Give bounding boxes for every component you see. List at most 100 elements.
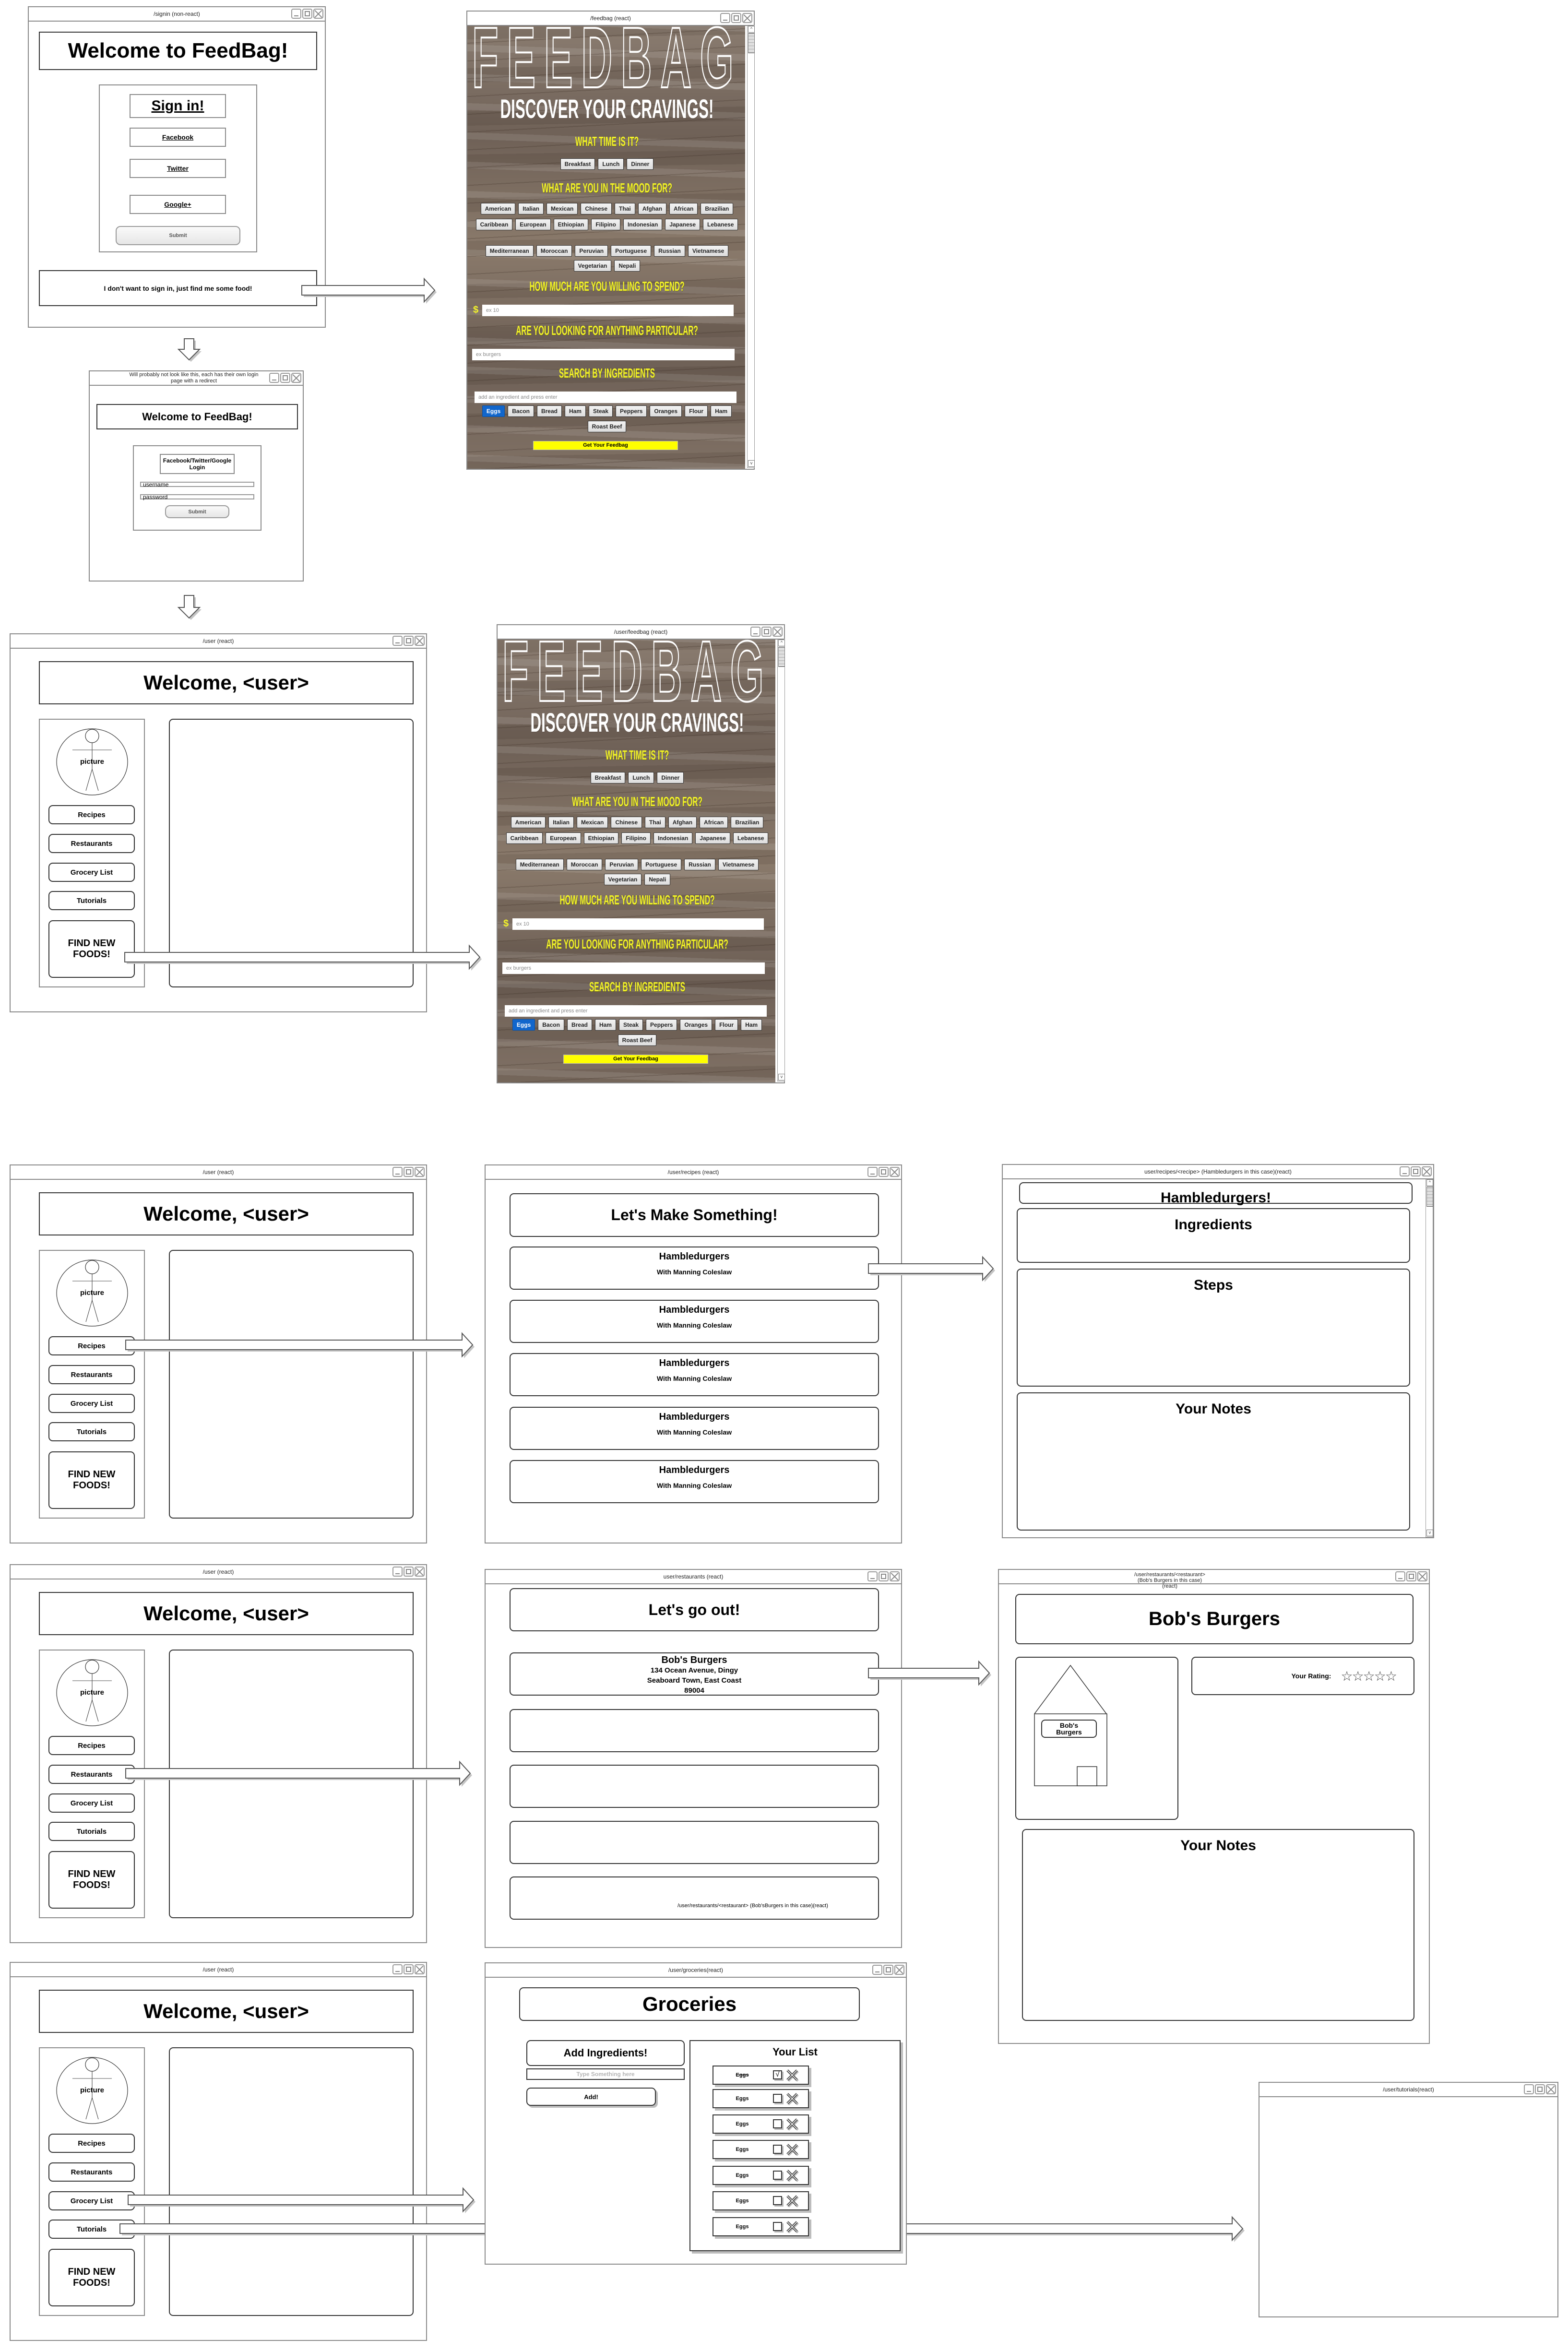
maximize-icon[interactable] bbox=[731, 13, 741, 23]
close-icon[interactable] bbox=[415, 1567, 425, 1577]
nav-restaurants-button[interactable]: Restaurants bbox=[48, 834, 135, 853]
add-button[interactable]: Add! bbox=[526, 2088, 656, 2106]
maximize-icon[interactable] bbox=[879, 1167, 889, 1177]
x-icon[interactable] bbox=[786, 2144, 799, 2156]
cuisine-button[interactable]: Brazilian bbox=[701, 203, 734, 214]
recipe-card[interactable]: Hambledurgers With Manning Coleslaw bbox=[510, 1300, 879, 1343]
time-option-button[interactable]: Lunch bbox=[598, 158, 624, 170]
provider-button-twitter[interactable]: Twitter bbox=[130, 159, 226, 178]
nav-recipes-button[interactable]: Recipes bbox=[48, 1736, 135, 1755]
scroll-up-icon[interactable]: ^ bbox=[1426, 1179, 1433, 1186]
cuisine-button[interactable]: Caribbean bbox=[506, 832, 543, 844]
ingredient-chip[interactable]: Peppers bbox=[616, 405, 647, 417]
nav-tutorials-button[interactable]: Tutorials bbox=[48, 1422, 135, 1441]
restaurant-card-empty[interactable] bbox=[510, 1765, 879, 1808]
close-icon[interactable] bbox=[415, 1964, 425, 1974]
maximize-icon[interactable] bbox=[404, 636, 414, 646]
find-new-foods-button[interactable]: FIND NEW FOODS! bbox=[48, 920, 135, 978]
guest-button[interactable]: I don't want to sign in, just find me so… bbox=[39, 270, 317, 306]
ingredient-chip[interactable]: Bread bbox=[536, 405, 562, 417]
cuisine-button[interactable]: Vietnamese bbox=[718, 859, 759, 870]
time-option-button[interactable]: Lunch bbox=[628, 772, 654, 784]
cuisine-button[interactable]: Vegetarian bbox=[573, 260, 612, 272]
nav-restaurants-button[interactable]: Restaurants bbox=[48, 2162, 135, 2182]
scroll-thumb[interactable] bbox=[748, 33, 755, 53]
cuisine-button[interactable]: Nepali bbox=[644, 874, 671, 885]
restaurant-card-empty[interactable] bbox=[510, 1821, 879, 1864]
maximize-icon[interactable] bbox=[404, 1167, 414, 1177]
cuisine-button[interactable]: Lebanese bbox=[703, 219, 738, 230]
checkbox-icon[interactable] bbox=[773, 2094, 782, 2103]
particular-food-input[interactable]: ex burgers bbox=[472, 349, 735, 360]
cuisine-button[interactable]: Chinese bbox=[611, 817, 642, 828]
recipe-card[interactable]: Hambledurgers With Manning Coleslaw bbox=[510, 1460, 879, 1503]
budget-input[interactable]: ex 10 bbox=[482, 305, 734, 316]
cuisine-button[interactable]: Indonesian bbox=[623, 219, 663, 230]
delete-icon[interactable] bbox=[786, 2170, 799, 2182]
cuisine-button[interactable]: Russian bbox=[684, 859, 715, 870]
maximize-icon[interactable] bbox=[280, 373, 290, 383]
time-option-button[interactable]: Dinner bbox=[657, 772, 684, 784]
delete-icon[interactable] bbox=[786, 2093, 799, 2105]
checkbox-checked-icon[interactable]: √ bbox=[773, 2070, 782, 2079]
maximize-icon[interactable] bbox=[302, 9, 312, 19]
close-icon[interactable] bbox=[1417, 1571, 1427, 1581]
ingredient-input[interactable]: Type Something here bbox=[526, 2068, 685, 2080]
delete-icon[interactable] bbox=[786, 2144, 799, 2156]
cuisine-button[interactable]: Vegetarian bbox=[604, 874, 642, 885]
ingredient-chip[interactable]: Ham bbox=[594, 1019, 616, 1031]
close-icon[interactable] bbox=[890, 1571, 900, 1581]
ingredient-chip[interactable]: Ham bbox=[711, 405, 732, 417]
nav-tutorials-button[interactable]: Tutorials bbox=[48, 1822, 135, 1841]
maximize-icon[interactable] bbox=[404, 1567, 414, 1577]
maximize-icon[interactable] bbox=[404, 1964, 414, 1974]
ingredient-chip[interactable]: Steak bbox=[618, 1019, 643, 1031]
cuisine-button[interactable]: Mexican bbox=[576, 817, 608, 828]
cuisine-button[interactable]: American bbox=[480, 203, 516, 214]
maximize-icon[interactable] bbox=[879, 1571, 889, 1581]
password-field[interactable]: password bbox=[140, 494, 254, 500]
ingredient-chip[interactable]: Peppers bbox=[646, 1019, 677, 1031]
cuisine-button[interactable]: Brazilian bbox=[731, 817, 764, 828]
cuisine-button[interactable]: Moroccan bbox=[566, 859, 603, 870]
ingredient-chip[interactable]: Bacon bbox=[508, 405, 534, 417]
close-icon[interactable] bbox=[742, 13, 752, 23]
cuisine-button[interactable]: Caribbean bbox=[475, 219, 513, 230]
x-icon[interactable] bbox=[786, 2221, 799, 2233]
ingredient-chip[interactable]: Eggs bbox=[512, 1019, 535, 1031]
delete-icon[interactable] bbox=[786, 2118, 799, 2131]
maximize-icon[interactable] bbox=[1535, 2084, 1545, 2094]
minimize-icon[interactable] bbox=[291, 9, 301, 19]
x-icon[interactable] bbox=[786, 2170, 799, 2182]
scrollbar[interactable]: ^ v bbox=[1425, 1178, 1433, 1537]
star-icon[interactable]: ☆ bbox=[1363, 1669, 1375, 1684]
star-icon[interactable]: ☆ bbox=[1385, 1669, 1397, 1684]
cuisine-button[interactable]: Lebanese bbox=[733, 832, 769, 844]
close-icon[interactable] bbox=[291, 373, 301, 383]
cuisine-button[interactable]: Filipino bbox=[621, 832, 651, 844]
nav-tutorials-button[interactable]: Tutorials bbox=[48, 891, 135, 910]
cuisine-button[interactable]: Portuguese bbox=[641, 859, 682, 870]
cuisine-button[interactable]: Peruvian bbox=[605, 859, 639, 870]
ingredient-chip[interactable]: Roast Beef bbox=[618, 1034, 657, 1046]
submit-button[interactable]: Submit bbox=[165, 505, 229, 518]
scroll-down-icon[interactable]: v bbox=[748, 460, 755, 467]
nav-grocery-list-button[interactable]: Grocery List bbox=[48, 1793, 135, 1813]
restaurant-card-empty[interactable]: /user/restaurants/<restaurant> (Bob'sBur… bbox=[510, 1876, 879, 1920]
scrollbar[interactable]: ^ v bbox=[777, 639, 785, 1081]
nav-grocery-list-button[interactable]: Grocery List bbox=[48, 863, 135, 882]
minimize-icon[interactable] bbox=[1400, 1166, 1410, 1176]
provider-button-facebook[interactable]: Facebook bbox=[130, 128, 226, 147]
minimize-icon[interactable] bbox=[867, 1167, 878, 1177]
ingredient-chip[interactable]: Ham bbox=[564, 405, 586, 417]
maximize-icon[interactable] bbox=[1411, 1166, 1421, 1176]
cuisine-button[interactable]: Nepali bbox=[614, 260, 641, 272]
time-option-button[interactable]: Dinner bbox=[627, 158, 654, 170]
close-icon[interactable] bbox=[313, 9, 323, 19]
checkbox-icon[interactable] bbox=[773, 2119, 782, 2128]
cuisine-button[interactable]: Thai bbox=[615, 203, 635, 214]
close-icon[interactable] bbox=[772, 627, 783, 637]
minimize-icon[interactable] bbox=[392, 1567, 403, 1577]
nav-recipes-button[interactable]: Recipes bbox=[48, 1336, 135, 1355]
checkbox-icon[interactable] bbox=[773, 2222, 782, 2231]
